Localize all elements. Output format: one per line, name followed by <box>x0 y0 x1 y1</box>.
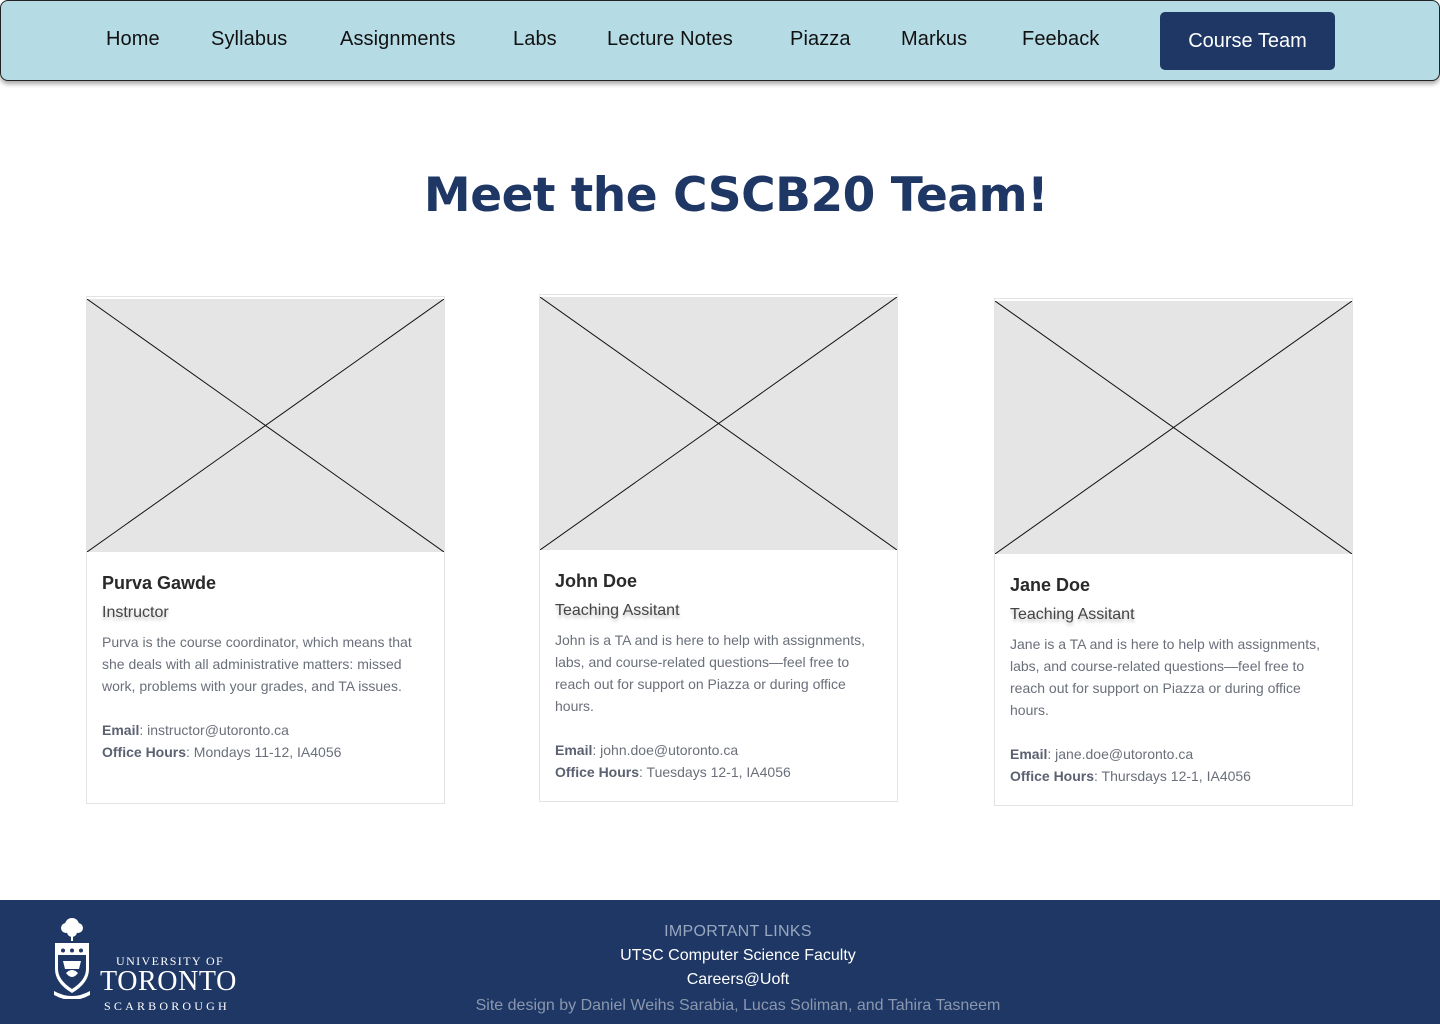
team-member-card: Purva Gawde Instructor Purva is the cour… <box>86 296 445 804</box>
office-hours-label: Office Hours <box>102 744 187 760</box>
image-placeholder-icon <box>995 299 1352 554</box>
member-email: : jane.doe@utoronto.ca <box>1047 746 1194 762</box>
member-contact: Email: john.doe@utoronto.ca Office Hours… <box>555 739 883 783</box>
nav-item-labs[interactable]: Labs <box>513 28 557 51</box>
office-hours-label: Office Hours <box>1010 768 1095 784</box>
member-description: Jane is a TA and is here to help with as… <box>1010 636 1320 718</box>
email-label: Email <box>555 742 593 758</box>
nav-item-piazza[interactable]: Piazza <box>790 28 851 51</box>
member-office-hours: : Mondays 11-12, IA4056 <box>186 744 342 760</box>
member-name: Jane Doe <box>1010 575 1091 595</box>
member-description: John is a TA and is here to help with as… <box>555 632 865 714</box>
footer-link-utsc-cs-faculty[interactable]: UTSC Computer Science Faculty <box>0 947 1440 965</box>
email-label: Email <box>102 722 140 738</box>
member-contact: Email: instructor@utoronto.ca Office Hou… <box>102 719 430 763</box>
member-email: : john.doe@utoronto.ca <box>592 742 739 758</box>
image-placeholder-icon <box>540 295 897 550</box>
nav-item-home[interactable]: Home <box>106 28 160 51</box>
member-office-hours: : Thursdays 12-1, IA4056 <box>1094 768 1251 784</box>
member-email: : instructor@utoronto.ca <box>139 722 289 738</box>
nav-item-course-team-active[interactable]: Course Team <box>1160 12 1335 70</box>
nav-item-lecture-notes[interactable]: Lecture Notes <box>607 28 733 51</box>
nav-item-syllabus[interactable]: Syllabus <box>211 28 287 51</box>
nav-item-feedback[interactable]: Feeback <box>1022 28 1099 51</box>
nav-item-assignments[interactable]: Assignments <box>340 28 456 51</box>
member-contact: Email: jane.doe@utoronto.ca Office Hours… <box>1010 743 1338 787</box>
office-hours-label: Office Hours <box>555 764 640 780</box>
member-office-hours: : Tuesdays 12-1, IA4056 <box>639 764 791 780</box>
important-links-heading: IMPORTANT LINKS <box>664 923 812 940</box>
member-role: Teaching Assitant <box>555 602 680 619</box>
email-label: Email <box>1010 746 1048 762</box>
nav-item-markus[interactable]: Markus <box>901 28 967 51</box>
image-placeholder-icon <box>87 297 444 552</box>
member-role: Instructor <box>102 604 169 621</box>
site-design-credit: Site design by Daniel Weihs Sarabia, Luc… <box>475 997 1001 1014</box>
page-title: Meet the CSCB20 Team! <box>423 168 1049 223</box>
footer: UNIVERSITY OF TORONTO SCARBOROUGH IMPORT… <box>0 900 1440 1024</box>
member-role: Teaching Assitant <box>1010 606 1135 623</box>
member-description: Purva is the course coordinator, which m… <box>102 634 412 694</box>
footer-link-careers-uoft[interactable]: Careers@Uoft <box>0 971 1440 989</box>
member-name: Purva Gawde <box>102 573 217 593</box>
team-member-card: John Doe Teaching Assitant John is a TA … <box>539 294 898 802</box>
member-name: John Doe <box>555 571 638 591</box>
top-navigation-bar: Home Syllabus Assignments Labs Lecture N… <box>0 0 1440 81</box>
team-member-card: Jane Doe Teaching Assitant Jane is a TA … <box>994 298 1353 806</box>
